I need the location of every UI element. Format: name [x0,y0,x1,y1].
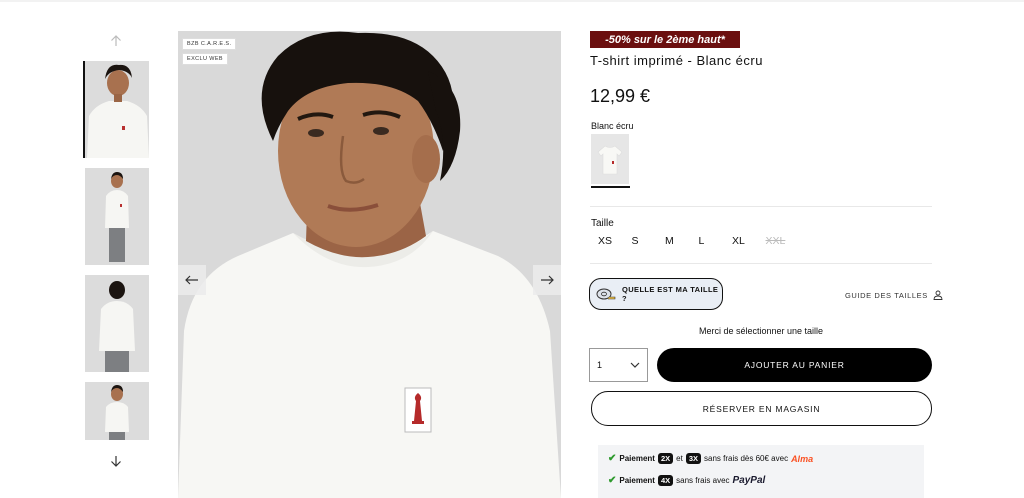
thumbnail-4[interactable] [85,382,149,440]
add-to-cart-button[interactable]: AJOUTER AU PANIER [657,348,932,382]
paypal-logo: PayPal [732,475,766,486]
measuring-tape-icon [596,287,616,301]
product-price: 12,99 € [590,86,651,106]
payment-prefix: Paiement [619,454,655,463]
payment-text: sans frais avec [676,476,730,485]
previous-image-arrow-icon[interactable] [178,265,206,295]
color-label: Blanc écru [591,121,634,131]
thumbnail-1[interactable] [83,61,149,158]
size-option-s[interactable]: S [626,235,660,247]
payment-text: sans frais dès 60€ avec [704,454,789,463]
badge-bzb-cares: BZB C.A.R.E.S. [182,38,237,50]
size-option-xs[interactable]: XS [592,235,626,247]
select-size-message: Merci de sélectionner une taille [698,326,824,336]
checkmark-icon: ✔ [608,453,617,464]
top-divider [0,0,1024,2]
next-image-arrow-icon[interactable] [533,265,561,295]
payment-options-box: ✔ Paiement 2X et 3X sans frais dès 60€ a… [598,445,924,498]
payment-and: et [676,454,683,463]
badge-2x: 2X [657,453,674,464]
thumbnail-column [83,30,153,470]
quantity-value: 1 [597,360,603,370]
size-option-xl[interactable]: XL [726,235,760,247]
thumbnail-2[interactable] [85,168,149,265]
payment-prefix: Paiement [619,476,655,485]
badge-3x: 3X [685,453,702,464]
chevron-down-icon [630,362,640,368]
promo-banner: -50% sur le 2ème haut* [590,31,740,48]
size-option-xxl: XXL [765,235,786,247]
person-icon [933,290,943,300]
thumbnail-3[interactable] [85,275,149,372]
payment-line-paypal: ✔ Paiement 4X sans frais avec PayPal [608,475,765,486]
size-selector: XS S M L XL XXL [592,235,793,247]
badge-exclu-web: EXCLU WEB [182,53,228,65]
payment-line-alma: ✔ Paiement 2X et 3X sans frais dès 60€ a… [608,453,813,464]
find-my-size-button[interactable]: QUELLE EST MA TAILLE ? [589,278,723,310]
main-product-image: BZB C.A.R.E.S. EXCLU WEB [178,31,561,498]
find-my-size-label: QUELLE EST MA TAILLE ? [622,285,719,303]
alma-logo: Alma [791,453,814,464]
divider [590,263,932,264]
divider [590,206,932,207]
checkmark-icon: ✔ [608,475,617,486]
badge-4x: 4X [657,475,674,486]
size-guide-label: GUIDE DES TAILLES [845,290,928,300]
reserve-in-store-button[interactable]: RÉSERVER EN MAGASIN [591,391,932,426]
quantity-select[interactable]: 1 [589,348,648,382]
swatch-selected-indicator [591,186,630,188]
thumbnails-down-arrow-icon[interactable] [105,450,127,472]
size-option-l[interactable]: L [693,235,727,247]
size-guide-link[interactable]: GUIDE DES TAILLES [845,290,943,300]
size-label: Taille [591,218,614,229]
thumbnails-up-arrow-icon[interactable] [105,30,127,52]
product-title: T-shirt imprimé - Blanc écru [590,53,763,68]
color-swatch-blanc-ecru[interactable] [591,134,629,184]
size-option-m[interactable]: M [659,235,693,247]
